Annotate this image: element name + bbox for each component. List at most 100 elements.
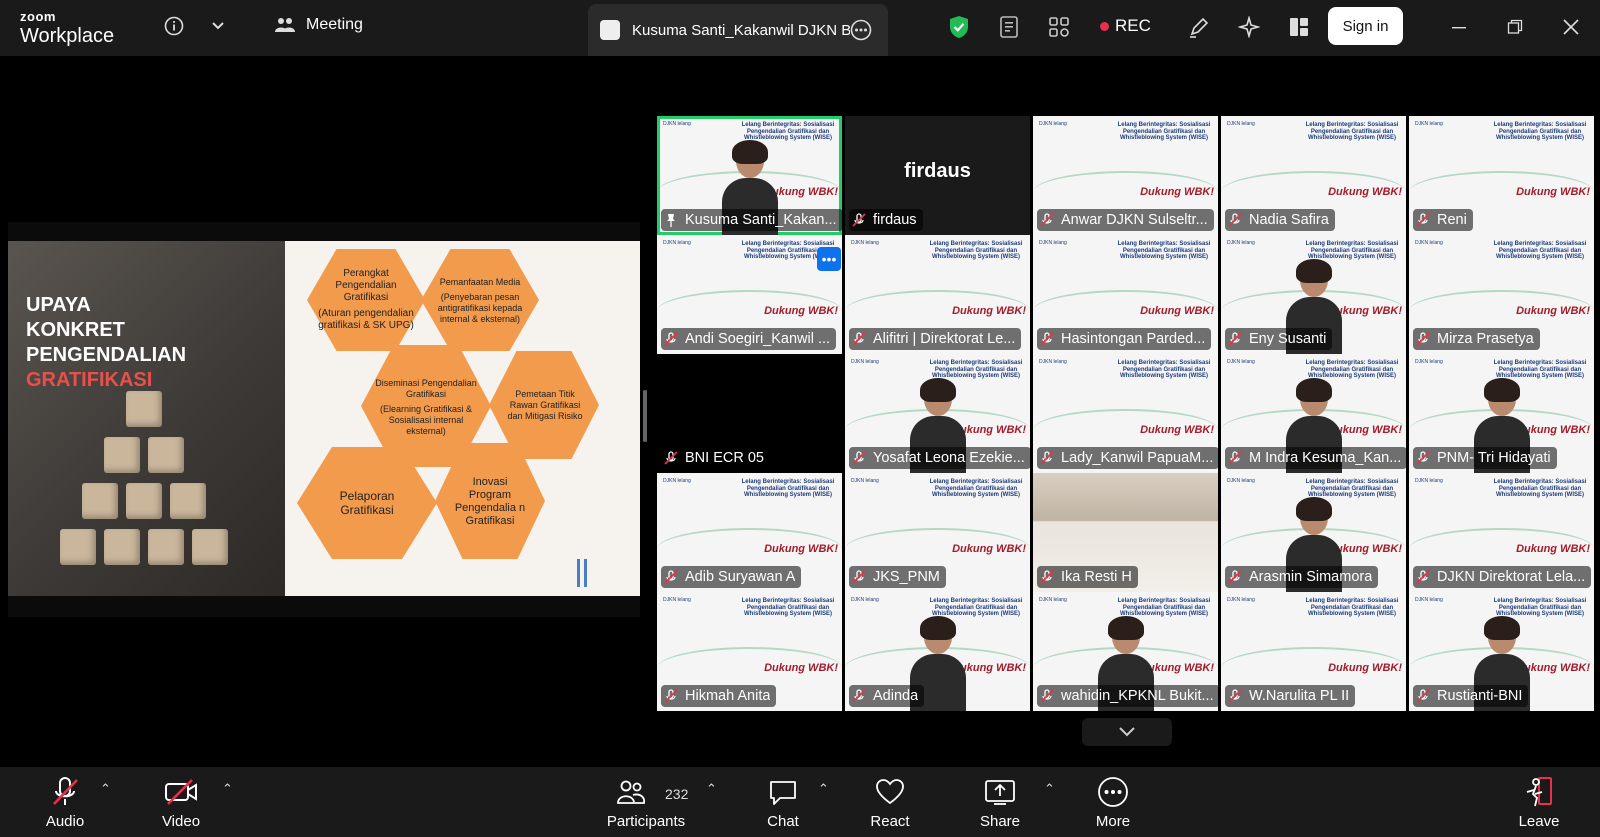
more-icon[interactable] — [850, 19, 872, 41]
participant-name-tag: BNI ECR 05 — [661, 447, 770, 469]
leave-button[interactable]: Leave — [1514, 767, 1564, 837]
participant-tile[interactable]: DJKN lelang Lelang Berintegritas: Sosiali… — [1409, 473, 1594, 592]
participants-icon — [614, 775, 648, 809]
participant-tile[interactable]: DJKN lelang Lelang Berintegritas: Sosiali… — [1221, 116, 1406, 235]
participant-name: Yosafat Leona Ezekie... — [873, 450, 1025, 466]
participant-grid: DJKN lelang Lelang Berintegritas: Sosiali… — [657, 116, 1600, 721]
participant-name: wahidin_KPKNL Bukit... — [1061, 688, 1214, 704]
mic-muted-icon — [1039, 331, 1055, 347]
participant-name-tag: Mirza Prasetya — [1413, 328, 1540, 350]
info-icon[interactable] — [162, 14, 186, 38]
participants-button[interactable]: Participants — [604, 767, 688, 837]
split-view-handle[interactable] — [643, 390, 647, 442]
participant-name-tag: Alifitri | Direktorat Le... — [849, 328, 1022, 350]
audio-options-icon[interactable]: ⌃ — [100, 781, 111, 797]
mic-muted-icon — [1415, 331, 1431, 347]
hexagon-pemetaan: Pemetaan Titik Rawan Gratifikasi dan Mit… — [507, 388, 583, 421]
virtual-background-banner: Lelang Berintegritas: Sosialisasi Pengen… — [1117, 122, 1211, 141]
audio-button[interactable]: Audio — [38, 767, 92, 837]
tile-options-button[interactable]: ••• — [817, 247, 841, 271]
shared-screen[interactable]: UPAYA KONKRET PENGENDALIAN GRATIFIKASI P… — [8, 222, 640, 617]
person-block-icon — [192, 529, 228, 565]
chevron-down-icon[interactable] — [206, 14, 230, 38]
banner-logos: DJKN lelang — [663, 597, 691, 603]
participant-name: Kusuma Santi_Kakan... — [685, 212, 837, 228]
slide-decoration — [577, 559, 580, 587]
participant-tile[interactable]: DJKN lelang Lelang Berintegritas: Sosiali… — [1221, 592, 1406, 711]
wbk-stamp: Dukung WBK! — [952, 543, 1026, 555]
meeting-label: Meeting — [306, 16, 363, 33]
annotate-icon[interactable] — [1186, 14, 1212, 40]
mic-muted-icon — [851, 331, 867, 347]
participant-tile[interactable]: DJKN lelang Lelang Berintegritas: Sosiali… — [1409, 116, 1594, 235]
heart-icon — [873, 775, 907, 809]
view-layout-icon[interactable] — [1286, 14, 1312, 40]
slide-image-panel: UPAYA KONKRET PENGENDALIAN GRATIFIKASI — [8, 241, 285, 596]
more-button[interactable]: More — [1088, 767, 1138, 837]
close-icon[interactable] — [1558, 14, 1584, 40]
participant-tile[interactable]: DJKN lelang Lelang Berintegritas: Sosiali… — [845, 354, 1030, 473]
participant-tile[interactable]: DJKN lelang Lelang Berintegritas: Sosiali… — [845, 235, 1030, 354]
participant-tile[interactable]: DJKN lelang Lelang Berintegritas: Sosiali… — [1033, 354, 1218, 473]
participant-name-tag: PNM- Tri Hidayati — [1413, 447, 1557, 469]
mic-muted-icon — [1415, 569, 1431, 585]
apps-icon[interactable] — [1046, 14, 1072, 40]
react-button[interactable]: React — [862, 767, 918, 837]
virtual-background-banner: Lelang Berintegritas: Sosialisasi Pengen… — [1305, 598, 1399, 617]
participant-tile[interactable]: DJKN lelang Lelang Berintegritas: Sosiali… — [845, 473, 1030, 592]
wbk-stamp: Dukung WBK! — [764, 543, 838, 555]
notes-icon[interactable] — [996, 14, 1022, 40]
banner-logos: DJKN lelang — [1039, 597, 1067, 603]
participant-name: Ika Resti H — [1061, 569, 1132, 585]
participant-tile[interactable]: DJKN lelang Lelang Berintegritas: Sosiali… — [1033, 592, 1218, 711]
participant-name-tag: Nadia Safira — [1225, 209, 1335, 231]
participant-tile[interactable]: BNI ECR 05 — [657, 354, 842, 473]
banner-logos: DJKN lelang — [1039, 240, 1067, 246]
participant-tile[interactable]: DJKN lelang Lelang Berintegritas: Sosiali… — [1221, 473, 1406, 592]
participant-tile[interactable]: DJKN lelang Lelang Berintegritas: Sosiali… — [1409, 354, 1594, 473]
ai-companion-icon[interactable] — [1236, 14, 1262, 40]
banner-logos: DJKN lelang — [1227, 597, 1255, 603]
participant-name: M Indra Kesuma_Kan... — [1249, 450, 1402, 466]
participant-name: W.Narulita PL II — [1249, 688, 1350, 704]
participant-tile[interactable]: DJKN lelang Lelang Berintegritas: Sosiali… — [1221, 235, 1406, 354]
participant-tile[interactable]: DJKN lelang Lelang Berintegritas: Sosiali… — [1409, 235, 1594, 354]
video-button[interactable]: Video — [154, 767, 208, 837]
active-speaker-tab[interactable]: Kusuma Santi_Kakanwil DJKN Ban — [588, 4, 888, 56]
mic-muted-icon — [1227, 688, 1243, 704]
participants-options-icon[interactable]: ⌃ — [706, 781, 717, 797]
video-options-icon[interactable]: ⌃ — [222, 781, 233, 797]
participant-tile[interactable]: DJKN lelang Lelang Berintegritas: Sosiali… — [1033, 116, 1218, 235]
virtual-background-banner: Lelang Berintegritas: Sosialisasi Pengen… — [929, 598, 1023, 617]
sign-in-button[interactable]: Sign in — [1328, 7, 1403, 45]
recording-indicator[interactable]: REC — [1100, 16, 1151, 36]
mic-muted-icon — [663, 569, 679, 585]
virtual-background-banner: Lelang Berintegritas: Sosialisasi Pengen… — [741, 598, 835, 617]
participant-tile[interactable]: firdaus firdaus — [845, 116, 1030, 235]
active-speaker-name: Kusuma Santi_Kakanwil DJKN Ban — [632, 21, 850, 39]
chat-options-icon[interactable]: ⌃ — [818, 781, 829, 797]
chat-button[interactable]: Chat — [758, 767, 808, 837]
participant-tile[interactable]: DJKN lelang Lelang Berintegritas: Sosiali… — [845, 592, 1030, 711]
participant-name-tag: Kusuma Santi_Kakan... — [661, 209, 842, 231]
participant-tile[interactable]: Ika Resti H — [1033, 473, 1218, 592]
participant-tile[interactable]: DJKN lelang Lelang Berintegritas: Sosiali… — [657, 592, 842, 711]
minimize-icon[interactable] — [1446, 14, 1472, 40]
participant-tile[interactable]: DJKN lelang Lelang Berintegritas: Sosiali… — [1033, 235, 1218, 354]
participant-tile[interactable]: DJKN lelang Lelang Berintegritas: Sosiali… — [657, 116, 842, 235]
shield-icon[interactable] — [946, 14, 972, 40]
meeting-menu[interactable]: Meeting — [274, 16, 363, 34]
participant-name-tag: Reni — [1413, 209, 1473, 231]
participant-name: Eny Susanti — [1249, 331, 1327, 347]
participant-tile[interactable]: DJKN lelang Lelang Berintegritas: Sosiali… — [1221, 354, 1406, 473]
mic-muted-icon — [1039, 450, 1055, 466]
restore-icon[interactable] — [1502, 14, 1528, 40]
share-button[interactable]: Share — [972, 767, 1028, 837]
mic-muted-icon — [1039, 212, 1055, 228]
next-page-button[interactable] — [1082, 718, 1172, 746]
participant-tile[interactable]: DJKN lelang Lelang Berintegritas: Sosiali… — [1409, 592, 1594, 711]
share-options-icon[interactable]: ⌃ — [1044, 781, 1055, 797]
participant-tile[interactable]: DJKN lelang Lelang Berintegritas: Sosiali… — [657, 235, 842, 354]
slide-title: UPAYA KONKRET PENGENDALIAN GRATIFIKASI — [26, 294, 187, 391]
participant-tile[interactable]: DJKN lelang Lelang Berintegritas: Sosiali… — [657, 473, 842, 592]
